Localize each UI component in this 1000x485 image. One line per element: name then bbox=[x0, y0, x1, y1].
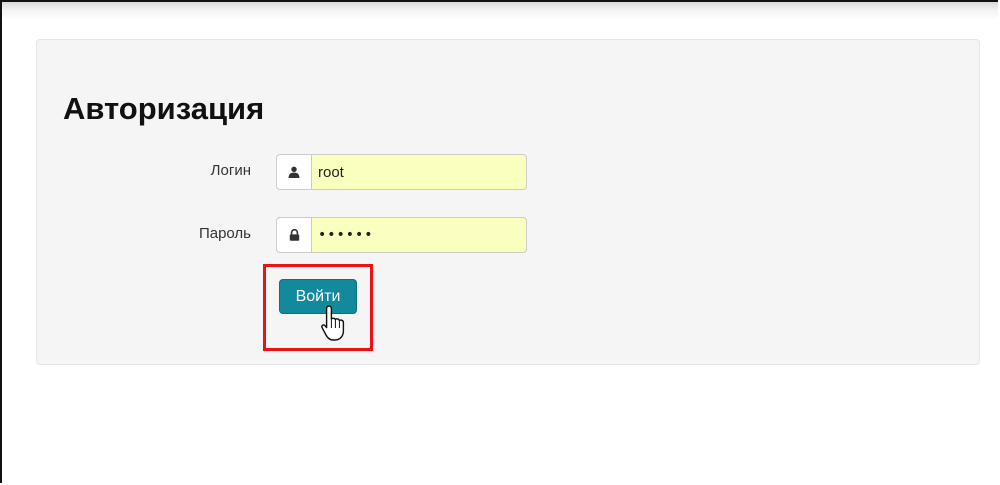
lock-icon bbox=[276, 217, 311, 253]
login-row: Логин bbox=[37, 154, 557, 190]
password-label: Пароль bbox=[198, 225, 251, 242]
top-bar-shadow bbox=[2, 2, 998, 20]
page-title: Авторизация bbox=[63, 91, 265, 126]
login-panel: Авторизация Логин Пароль Войти bbox=[36, 39, 980, 365]
login-input[interactable] bbox=[311, 154, 527, 190]
password-row: Пароль bbox=[37, 217, 557, 253]
password-input-group bbox=[276, 217, 527, 253]
user-icon bbox=[276, 154, 311, 190]
password-input[interactable] bbox=[311, 217, 527, 253]
login-input-group bbox=[276, 154, 527, 190]
hand-pointer-icon bbox=[321, 305, 345, 341]
login-label: Логин bbox=[210, 162, 251, 179]
